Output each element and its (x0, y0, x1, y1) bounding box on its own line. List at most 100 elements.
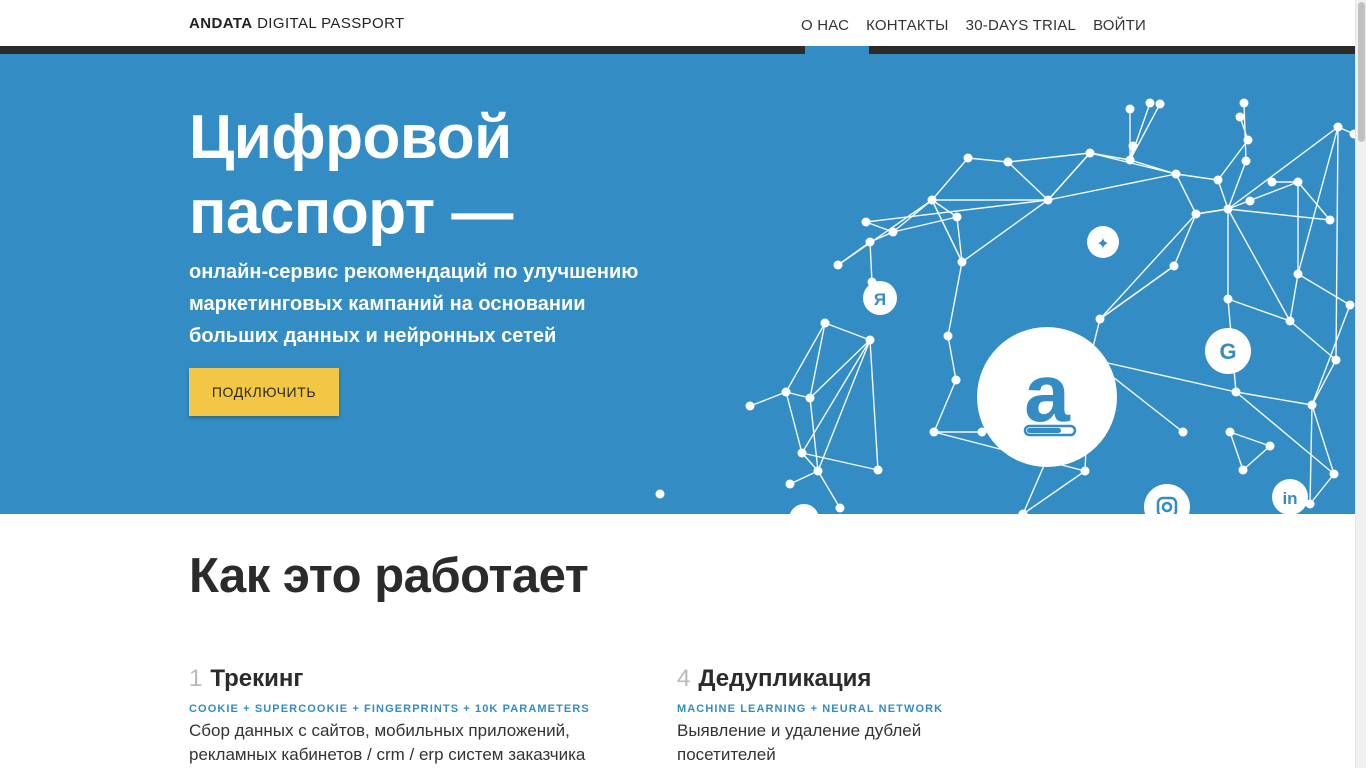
andata-logo-icon: a (977, 327, 1117, 467)
step-description-line: Сбор данных с сайтов, мобильных приложен… (189, 721, 570, 740)
brand-rest: DIGITAL PASSPORT (257, 15, 405, 32)
network-node (1213, 175, 1223, 185)
step-tags: COOKIE + SUPERCOOKIE + FINGERPRINTS + 10… (189, 703, 590, 715)
network-node (1178, 427, 1188, 437)
how-it-works-title: Как это работает (189, 549, 589, 603)
network-node (951, 375, 961, 385)
page-scrollbar[interactable] (1355, 0, 1366, 768)
step-number: 1 (189, 665, 203, 692)
brand-bold: ANDATA (189, 15, 253, 32)
network-node (655, 489, 665, 499)
step-heading: 1 Трекинг (189, 665, 649, 693)
step-description: Выявление и удаление дублей посетителей (677, 719, 1137, 767)
network-node (833, 260, 843, 270)
network-node (805, 393, 815, 403)
network-node (957, 257, 967, 267)
network-node (1307, 400, 1317, 410)
brand-logo[interactable]: ANDATA DIGITAL PASSPORT (189, 15, 405, 32)
svg-text:G: G (1219, 339, 1236, 364)
step-description-line: Выявление и удаление дублей (677, 721, 922, 740)
network-node (785, 479, 795, 489)
network-node (1018, 509, 1028, 514)
network-node (781, 387, 791, 397)
hero-subtitle-line-1: онлайн-сервис рекомендаций по улучшению (189, 261, 639, 283)
top-header: ANDATA DIGITAL PASSPORT О НАС КОНТАКТЫ 3… (0, 0, 1356, 46)
scrollbar-thumb[interactable] (1358, 2, 1365, 142)
network-node (873, 465, 883, 475)
network-node (943, 331, 953, 341)
hero-title: Цифровой паспорт — (189, 100, 513, 250)
network-node (813, 466, 823, 476)
network-node (1293, 269, 1303, 279)
network-node (865, 335, 875, 345)
google-icon: G (1205, 328, 1251, 374)
network-node (1223, 204, 1233, 214)
hero-section: a ✦ Я Gin Цифровой паспорт — онлайн-сервис … (0, 54, 1356, 514)
network-node (1245, 196, 1255, 206)
linkedin-icon: in (1272, 479, 1308, 514)
network-node (927, 195, 937, 205)
network-node (820, 318, 830, 328)
connect-button[interactable]: ПОДКЛЮЧИТЬ (189, 368, 339, 416)
step-name: Дедупликация (698, 665, 872, 692)
network-node (888, 227, 898, 237)
network-node (1241, 156, 1251, 166)
network-node (1225, 427, 1235, 437)
hero-subtitle: онлайн-сервис рекомендаций по улучшению … (189, 256, 709, 352)
hero-subtitle-line-3: больших данных и нейронных сетей (189, 325, 557, 347)
network-node (1285, 316, 1295, 326)
nav-trial[interactable]: 30-DAYS TRIAL (966, 17, 1076, 34)
yandex-icon: Я (863, 281, 897, 315)
network-node (1345, 300, 1355, 310)
network-node (963, 153, 973, 163)
network-node (797, 448, 807, 458)
network-node (1265, 441, 1275, 451)
svg-text:in: in (1282, 489, 1297, 508)
twitter-icon: ✦ (1087, 226, 1119, 258)
nav-about[interactable]: О НАС (801, 17, 849, 34)
network-node (1080, 466, 1090, 476)
network-node (1231, 387, 1241, 397)
network-node (1293, 177, 1303, 187)
network-node (1238, 465, 1248, 475)
step-tags: MACHINE LEARNING + NEURAL NETWORK (677, 703, 944, 715)
network-node (745, 401, 755, 411)
network-node (1191, 209, 1201, 219)
nav-active-indicator (805, 46, 869, 54)
step-description-line: посетителей (677, 745, 776, 764)
network-node (1125, 104, 1135, 114)
network-node (1125, 155, 1135, 165)
network-node (1169, 261, 1179, 271)
network-node (1223, 294, 1233, 304)
hero-title-line-2: паспорт — (189, 178, 513, 247)
step-number: 4 (677, 665, 691, 692)
partial-node-icon (789, 504, 819, 514)
network-node (1043, 195, 1053, 205)
network-node (1128, 141, 1138, 151)
header-dark-strip (0, 46, 1356, 54)
nav-login[interactable]: ВОЙТИ (1093, 17, 1146, 34)
network-node (1155, 99, 1165, 109)
network-node (1145, 98, 1155, 108)
step-deduplication: 4 Дедупликация MACHINE LEARNING + NEURAL … (677, 665, 1137, 767)
network-node (1003, 157, 1013, 167)
network-node (1239, 98, 1249, 108)
network-node (952, 212, 962, 222)
svg-text:Я: Я (874, 290, 886, 309)
network-node (861, 217, 871, 227)
step-tracking: 1 Трекинг COOKIE + SUPERCOOKIE + FINGERPR… (189, 665, 649, 767)
step-description-line: рекламных кабинетов / crm / erp систем з… (189, 745, 586, 764)
network-node (1333, 122, 1343, 132)
network-node (929, 427, 939, 437)
network-node (1095, 314, 1105, 324)
network-node (1325, 215, 1335, 225)
network-node (835, 503, 845, 513)
hero-title-line-1: Цифровой (189, 103, 512, 172)
network-node (1329, 469, 1339, 479)
network-node (1085, 148, 1095, 158)
network-node (1243, 135, 1253, 145)
nav-contacts[interactable]: КОНТАКТЫ (866, 17, 949, 34)
step-name: Трекинг (210, 665, 304, 692)
main-nav: О НАС КОНТАКТЫ 30-DAYS TRIAL ВОЙТИ (801, 17, 1146, 34)
hero-subtitle-line-2: маркетинговых кампаний на основании (189, 293, 586, 315)
